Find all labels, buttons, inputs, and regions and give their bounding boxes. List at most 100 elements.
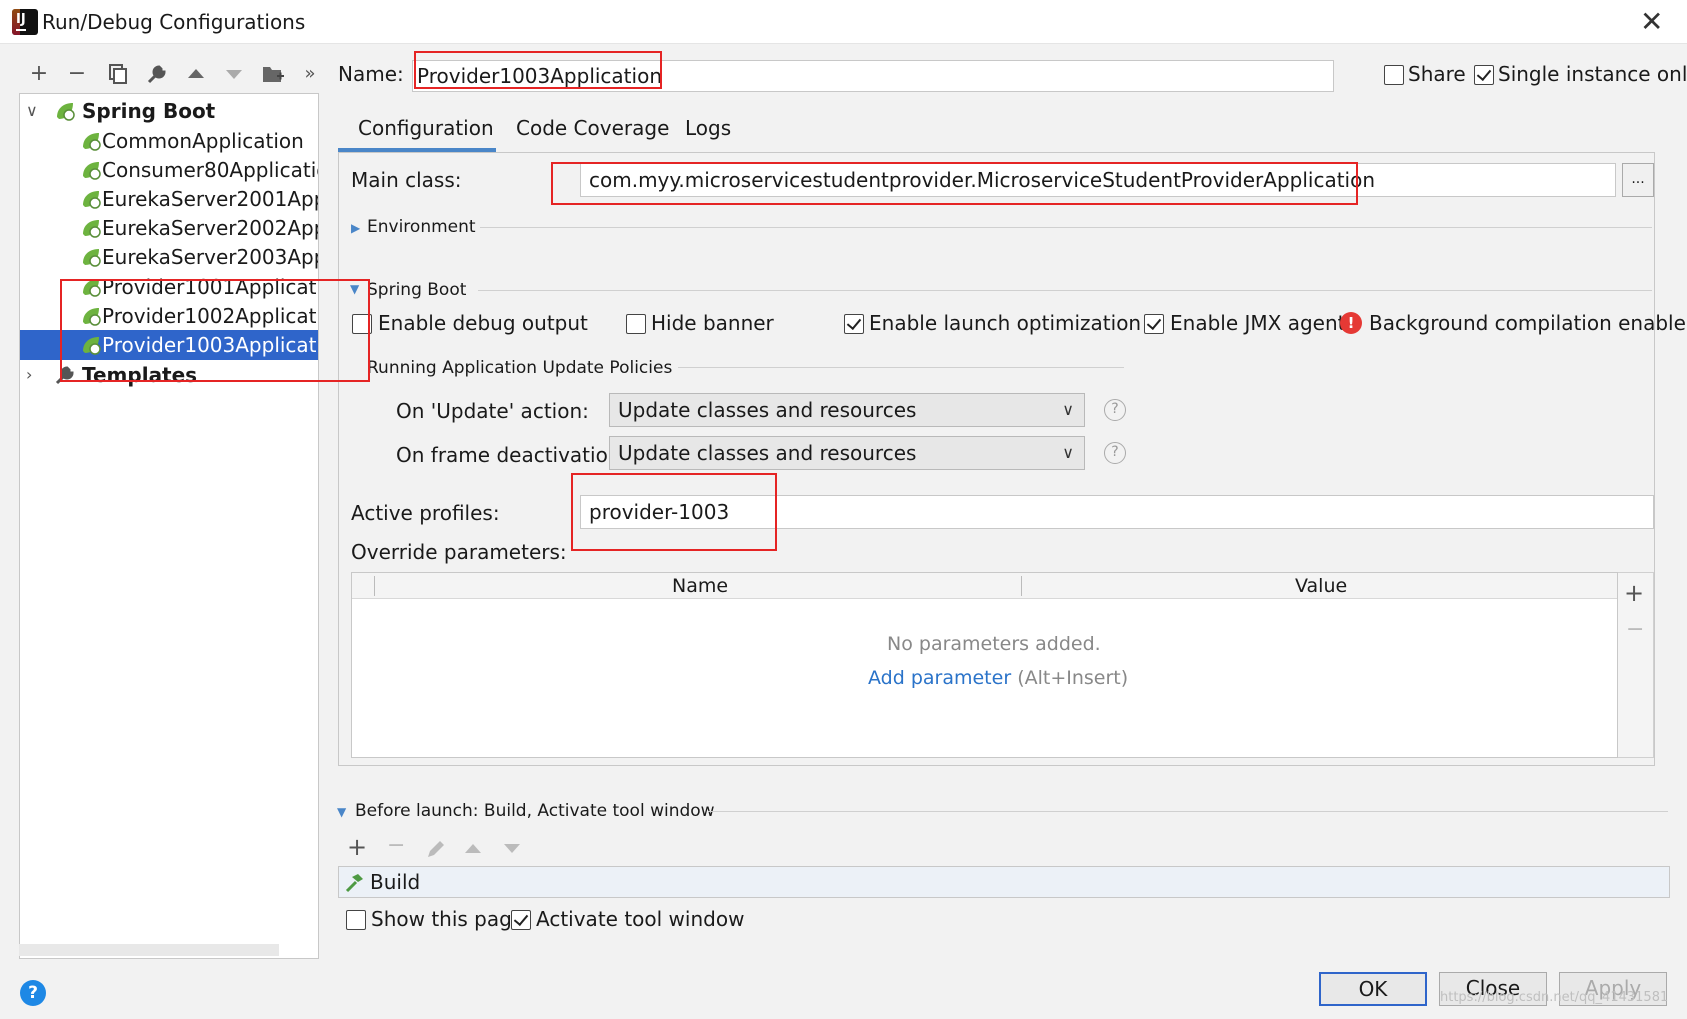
tab-logs[interactable]: Logs bbox=[685, 116, 731, 140]
divider bbox=[678, 367, 1124, 368]
help-icon[interactable]: ? bbox=[1104, 399, 1126, 421]
tree-item-label: EurekaServer2002Applic bbox=[102, 216, 318, 240]
spring-boot-icon bbox=[83, 220, 101, 238]
highlight-box bbox=[414, 51, 662, 89]
window-title: Run/Debug Configurations bbox=[42, 10, 306, 34]
column-header-value[interactable]: Value bbox=[1295, 575, 1347, 597]
highlight-box bbox=[60, 279, 370, 382]
tree-item[interactable]: EurekaServer2001Applic bbox=[20, 184, 318, 214]
tree-item-label: EurekaServer2003Applic bbox=[102, 245, 318, 269]
column-separator bbox=[374, 576, 375, 596]
column-header-name[interactable]: Name bbox=[672, 575, 728, 597]
add-icon[interactable]: + bbox=[25, 60, 53, 88]
tree-item[interactable]: Consumer80Application bbox=[20, 155, 318, 185]
chevron-down-icon[interactable]: ∨ bbox=[26, 96, 38, 126]
add-icon[interactable]: + bbox=[1624, 579, 1644, 607]
divider bbox=[478, 290, 1652, 291]
move-down-icon[interactable] bbox=[503, 840, 521, 860]
chevron-down-icon: ∨ bbox=[1062, 443, 1074, 462]
background-compilation-warning: Background compilation enabled bbox=[1369, 311, 1687, 335]
table-side-toolbar: + − bbox=[1618, 572, 1654, 758]
launch-optimization-label: Enable launch optimization bbox=[869, 311, 1142, 335]
jmx-agent-checkbox[interactable] bbox=[1144, 314, 1164, 334]
tree-item[interactable]: EurekaServer2002Applic bbox=[20, 213, 318, 243]
remove-icon[interactable]: − bbox=[387, 833, 405, 858]
tree-item-label: Consumer80Application bbox=[102, 158, 318, 182]
configuration-tree: ∨ Spring Boot CommonApplication Consumer… bbox=[19, 93, 319, 959]
tree-item[interactable]: EurekaServer2003Applic bbox=[20, 242, 318, 272]
expand-icon[interactable]: ▶ bbox=[351, 221, 360, 235]
show-page-checkbox[interactable] bbox=[346, 910, 366, 930]
table-header: Name Value bbox=[352, 573, 1617, 599]
jmx-agent-label: Enable JMX agent bbox=[1170, 311, 1346, 335]
frame-deactivation-label: On frame deactivation: bbox=[396, 443, 628, 467]
update-policies-heading: Running Application Update Policies bbox=[367, 358, 673, 378]
move-up-icon[interactable] bbox=[182, 60, 210, 88]
tree-scrollbar[interactable] bbox=[19, 944, 279, 956]
help-button[interactable]: ? bbox=[20, 980, 46, 1006]
help-icon[interactable]: ? bbox=[1104, 442, 1126, 464]
build-task-row[interactable]: Build bbox=[338, 866, 1670, 898]
highlight-box bbox=[551, 162, 1358, 205]
close-icon[interactable]: ✕ bbox=[1640, 8, 1663, 36]
override-parameters-label: Override parameters: bbox=[351, 540, 567, 564]
before-launch-heading[interactable]: Before launch: Build, Activate tool wind… bbox=[355, 801, 715, 821]
main-class-label: Main class: bbox=[351, 168, 462, 192]
update-action-value: Update classes and resources bbox=[618, 398, 917, 422]
spring-boot-icon bbox=[83, 191, 101, 209]
single-instance-checkbox[interactable] bbox=[1474, 65, 1494, 85]
add-parameter-hint: (Alt+Insert) bbox=[1017, 667, 1129, 689]
single-instance-label: Single instance only bbox=[1498, 62, 1687, 86]
hammer-icon bbox=[345, 874, 363, 893]
remove-icon[interactable]: − bbox=[1626, 617, 1644, 642]
column-separator bbox=[1021, 576, 1022, 596]
spring-boot-icon bbox=[83, 133, 101, 151]
empty-table-text: No parameters added. bbox=[887, 633, 1101, 655]
show-page-label: Show this page bbox=[371, 907, 525, 931]
intellij-icon: IJ bbox=[12, 9, 38, 35]
ok-button[interactable]: OK bbox=[1319, 972, 1427, 1006]
move-up-icon[interactable] bbox=[464, 840, 482, 860]
collapse-icon[interactable]: ▼ bbox=[337, 805, 346, 819]
chevron-right-icon[interactable]: › bbox=[26, 360, 32, 390]
parameters-table: Name Value No parameters added. Add para… bbox=[351, 572, 1618, 758]
divider bbox=[708, 811, 1668, 812]
tree-item-label: CommonApplication bbox=[102, 129, 304, 153]
name-label: Name: bbox=[338, 62, 404, 86]
active-profiles-label: Active profiles: bbox=[351, 501, 500, 525]
edit-icon[interactable] bbox=[425, 838, 447, 864]
tab-code-coverage[interactable]: Code Coverage bbox=[516, 116, 669, 140]
hide-banner-label: Hide banner bbox=[651, 311, 774, 335]
folder-icon[interactable] bbox=[259, 60, 287, 88]
add-icon[interactable]: + bbox=[347, 833, 367, 861]
highlight-box bbox=[571, 473, 777, 551]
share-label: Share bbox=[1408, 62, 1466, 86]
divider bbox=[480, 227, 1652, 228]
browse-button[interactable]: ... bbox=[1622, 163, 1654, 197]
move-down-icon[interactable] bbox=[220, 60, 248, 88]
warning-icon: ! bbox=[1340, 312, 1362, 334]
more-icon[interactable]: » bbox=[296, 60, 324, 88]
wrench-icon[interactable] bbox=[143, 60, 171, 88]
activate-tool-window-checkbox[interactable] bbox=[511, 910, 531, 930]
spring-boot-icon bbox=[83, 162, 101, 180]
watermark: https://blog.csdn.net/qq_41431581 bbox=[1440, 990, 1669, 1005]
environment-section[interactable]: Environment bbox=[367, 217, 476, 237]
tree-item[interactable]: CommonApplication bbox=[20, 126, 318, 156]
tab-configuration[interactable]: Configuration bbox=[358, 116, 494, 140]
hide-banner-checkbox[interactable] bbox=[626, 314, 646, 334]
update-action-label: On 'Update' action: bbox=[396, 399, 589, 423]
frame-deactivation-value: Update classes and resources bbox=[618, 441, 917, 465]
chevron-down-icon: ∨ bbox=[1062, 400, 1074, 419]
copy-icon[interactable] bbox=[104, 60, 132, 88]
frame-deactivation-select[interactable]: Update classes and resources ∨ bbox=[609, 436, 1085, 470]
tree-group-label: Spring Boot bbox=[82, 99, 216, 123]
activate-tool-window-label: Activate tool window bbox=[536, 907, 745, 931]
update-action-select[interactable]: Update classes and resources ∨ bbox=[609, 393, 1085, 427]
spring-boot-section[interactable]: Spring Boot bbox=[367, 280, 466, 300]
launch-optimization-checkbox[interactable] bbox=[844, 314, 864, 334]
add-parameter-link[interactable]: Add parameter bbox=[868, 667, 1011, 689]
remove-icon[interactable]: − bbox=[63, 60, 91, 88]
tree-group-spring-boot[interactable]: ∨ Spring Boot bbox=[20, 96, 318, 126]
share-checkbox[interactable] bbox=[1384, 65, 1404, 85]
